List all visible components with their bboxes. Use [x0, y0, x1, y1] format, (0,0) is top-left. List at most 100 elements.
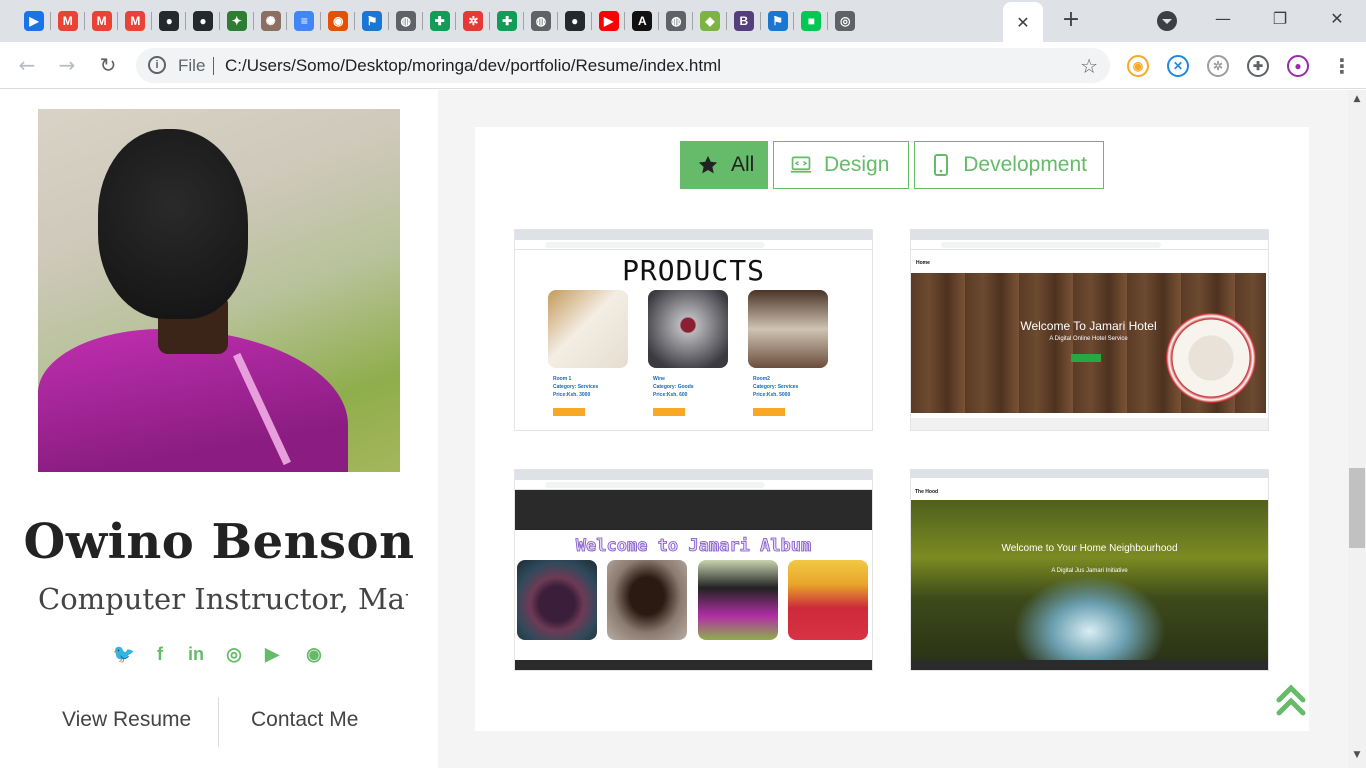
browser-tab[interactable]: ▶: [592, 5, 626, 37]
project-products-thumbnail[interactable]: PRODUCTS Room 1 Category: Services Price…: [514, 229, 873, 431]
browser-tab[interactable]: ✦: [220, 5, 254, 37]
browser-tab[interactable]: ≡: [287, 5, 321, 37]
youtube-icon: ▶: [598, 11, 619, 31]
project-hotel-thumbnail[interactable]: Home Welcome To Jamari Hotel A Digital O…: [910, 229, 1269, 431]
bootstrap-icon: B: [733, 11, 754, 31]
url-text[interactable]: C:/Users/Somo/Desktop/moringa/dev/portfo…: [225, 56, 721, 76]
filter-design-button[interactable]: Design: [773, 141, 909, 189]
room1-image: [548, 290, 628, 368]
item-price: Price:Ksh. 3000: [553, 392, 591, 398]
bookmark-star-icon[interactable]: ☆: [1080, 54, 1098, 78]
scroll-down-arrow[interactable]: ▼: [1351, 750, 1363, 762]
tab-separator: [421, 12, 423, 30]
tab-separator: [83, 12, 85, 30]
tab-separator: [827, 12, 829, 30]
tab-strip: ✕ + — ❐ ✕ ▶ M M M ● ● ✦ ✺ ≡ ◉ ⚑ ◍ ✚ ✲ ✚ ◍ ● ▶ A ◍ ◆ B ⚑ ■ ◎: [0, 0, 1366, 42]
address-bar[interactable]: i File C:/Users/Somo/Desktop/moringa/dev…: [136, 48, 1110, 83]
tab-separator: [523, 12, 524, 30]
new-tab-button[interactable]: +: [1058, 8, 1084, 34]
instagram-icon[interactable]: ◎: [222, 642, 246, 666]
tab-separator: [793, 12, 795, 30]
youtube-icon[interactable]: ▶: [260, 642, 284, 666]
tab-search-icon[interactable]: [1157, 11, 1177, 31]
tab-separator: [556, 12, 558, 30]
reload-button[interactable]: ↻: [95, 53, 121, 79]
hotel-hero: [911, 273, 1266, 413]
browser-tab[interactable]: M: [51, 5, 85, 37]
forward-button[interactable]: →: [54, 53, 80, 79]
restore-button[interactable]: ❐: [1266, 8, 1294, 32]
translate-icon[interactable]: ✕: [1167, 55, 1189, 77]
project-neighbourhood-thumbnail[interactable]: The Hood Welcome to Your Home Neighbourh…: [910, 469, 1269, 671]
angular-icon: A: [632, 11, 653, 31]
profile-role-typing: Computer Instructor, Mat|: [38, 582, 408, 616]
tab-separator: [455, 12, 457, 30]
add-to-cart-button: [753, 408, 785, 416]
browser-tab[interactable]: ◎: [828, 5, 862, 37]
contact-me-link[interactable]: Contact Me: [251, 708, 358, 732]
gear-extension-icon[interactable]: ✲: [1207, 55, 1229, 77]
browser-tab[interactable]: ⚑: [355, 5, 389, 37]
url-scheme-label: File: [178, 56, 206, 75]
play-icon: ▶: [24, 11, 44, 31]
menu-kebab-icon[interactable]: ⋮: [1332, 54, 1352, 78]
github-icon[interactable]: ◉: [302, 642, 326, 666]
browser-tab[interactable]: ▶: [17, 5, 51, 37]
browser-toolbar: ← → ↻ i File C:/Users/Somo/Desktop/morin…: [0, 42, 1366, 89]
facebook-icon[interactable]: f: [148, 642, 172, 666]
hood-title: Welcome to Your Home Neighbourhood: [1001, 543, 1178, 554]
page-scrollbar[interactable]: [1348, 90, 1366, 768]
back-button[interactable]: ←: [14, 53, 40, 79]
close-tab-icon[interactable]: ✕: [1016, 13, 1029, 32]
filter-development-label: Development: [963, 153, 1087, 176]
browser-tab[interactable]: ■: [794, 5, 828, 37]
gmail-icon: M: [57, 11, 78, 31]
browser-tab[interactable]: ◍: [524, 5, 558, 37]
honey-icon[interactable]: ◉: [1127, 55, 1149, 77]
view-resume-link[interactable]: View Resume: [62, 708, 191, 732]
active-tab[interactable]: ✕: [1003, 2, 1043, 42]
browser-tab[interactable]: ●: [152, 5, 186, 37]
filter-development-button[interactable]: Development: [914, 141, 1104, 189]
close-window-button[interactable]: ✕: [1323, 8, 1351, 32]
tab-separator: [151, 12, 153, 30]
browser-tab[interactable]: B: [727, 5, 761, 37]
browser-tab[interactable]: ✚: [490, 5, 524, 37]
profile-avatar-icon[interactable]: ●: [1287, 55, 1309, 77]
page-viewport: Owino Benson Computer Instructor, Mat| 🐦…: [0, 90, 1366, 768]
browser-tab[interactable]: ●: [186, 5, 220, 37]
hotel-nav-home: Home: [916, 260, 930, 266]
twitter-icon[interactable]: 🐦: [112, 642, 136, 666]
project-album-thumbnail[interactable]: Welcome to Jamari Album: [514, 469, 873, 671]
info-icon[interactable]: i: [148, 56, 166, 74]
browser-tab[interactable]: ⚑: [761, 5, 795, 37]
browser-tab[interactable]: ◍: [389, 5, 423, 37]
puzzle-icon[interactable]: ✚: [1247, 55, 1269, 77]
scroll-up-arrow[interactable]: ▲: [1351, 94, 1363, 106]
minimize-button[interactable]: —: [1209, 8, 1237, 32]
filter-all-button[interactable]: All: [680, 141, 768, 189]
wine-image: [648, 290, 728, 368]
browser-tab[interactable]: M: [85, 5, 119, 37]
browser-tab[interactable]: ✚: [423, 5, 457, 37]
back-to-top-icon[interactable]: [1275, 683, 1307, 717]
item-price: Price:Ksh. 5000: [753, 392, 791, 398]
browser-tab[interactable]: ◆: [693, 5, 727, 37]
flag-icon: ⚑: [362, 11, 382, 31]
browser-tab[interactable]: ●: [558, 5, 592, 37]
filter-design-label: Design: [824, 153, 890, 176]
plus-square-icon: ✚: [497, 11, 518, 31]
browser-tab[interactable]: ◍: [659, 5, 693, 37]
scrollbar-thumb[interactable]: [1349, 468, 1365, 548]
linkedin-icon[interactable]: in: [184, 642, 208, 666]
item-name: Room2: [753, 376, 770, 382]
tab-separator: [624, 12, 626, 30]
browser-tab[interactable]: ◉: [321, 5, 355, 37]
browser-tab[interactable]: A: [625, 5, 659, 37]
wheel-icon: ✲: [463, 11, 484, 31]
browser-tab[interactable]: ✺: [254, 5, 288, 37]
browser-tab[interactable]: ✲: [456, 5, 490, 37]
browser-tab[interactable]: M: [118, 5, 152, 37]
tab-separator: [252, 12, 254, 30]
docs-icon: ≡: [294, 11, 315, 31]
